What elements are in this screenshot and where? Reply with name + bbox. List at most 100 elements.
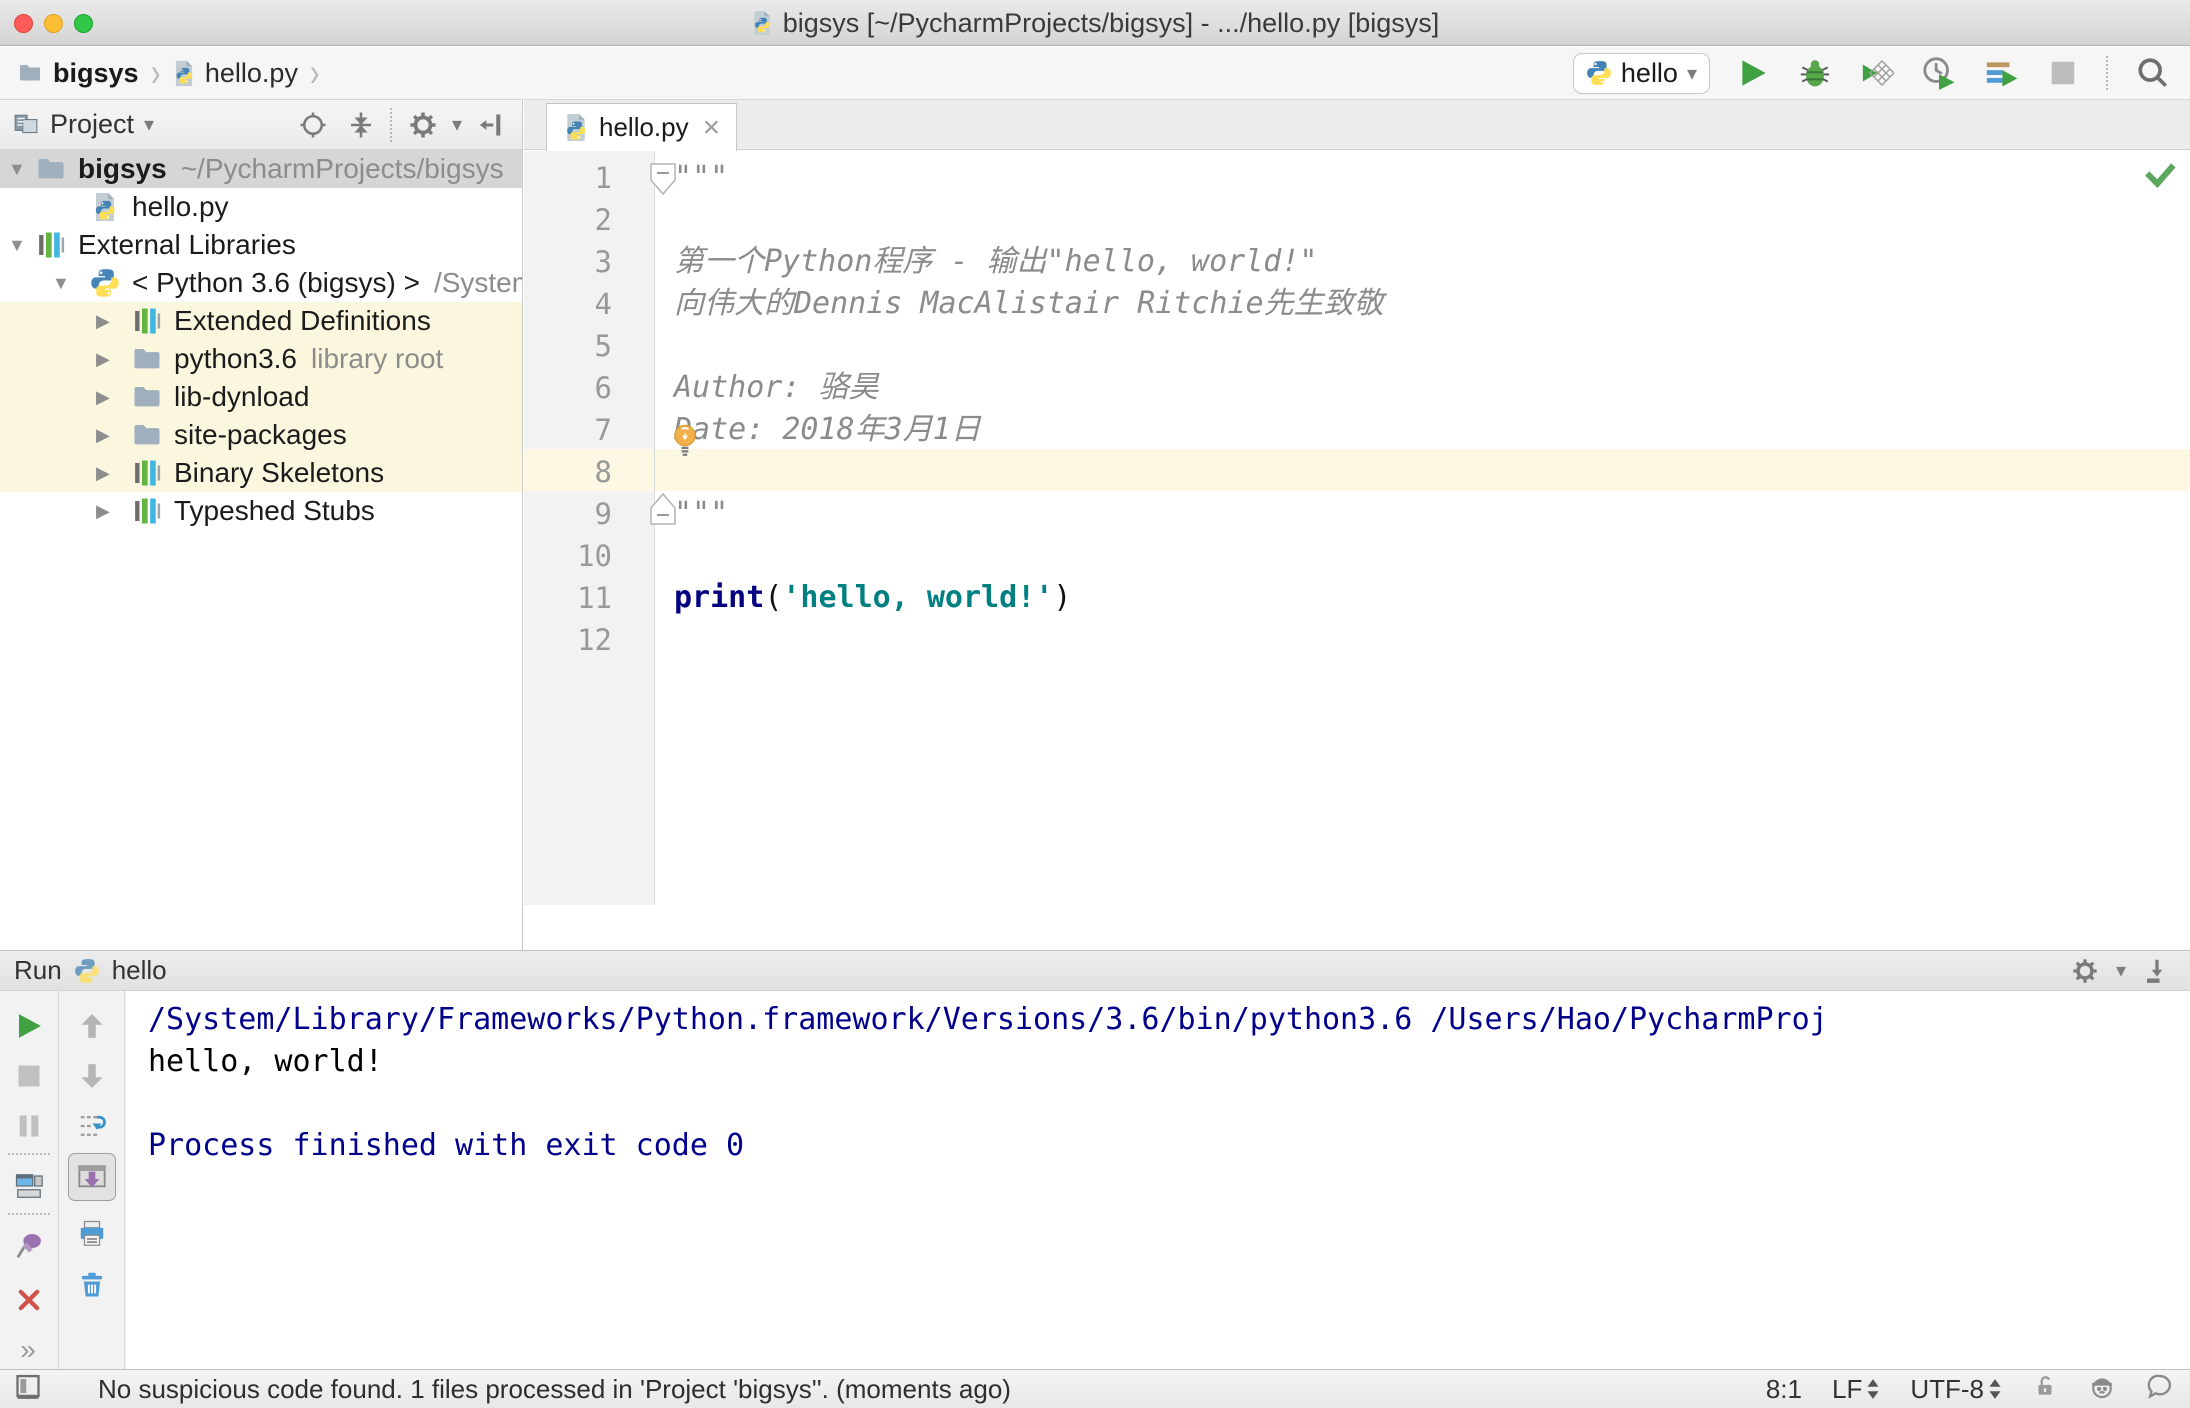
- code-line[interactable]: 第一个Python程序 - 输出"hello, world!": [674, 241, 2190, 283]
- run-with-coverage-button[interactable]: [1858, 54, 1896, 92]
- debug-button[interactable]: [1796, 54, 1834, 92]
- expand-collapse-icon[interactable]: ▶: [96, 425, 110, 446]
- tab-hello-py[interactable]: hello.py ×: [546, 103, 738, 151]
- line-separator-label: LF: [1831, 1373, 1863, 1404]
- run-panel-settings-gear-button[interactable]: [2066, 952, 2104, 990]
- unlock-icon[interactable]: [2032, 1373, 2058, 1406]
- project-panel-title[interactable]: Project: [50, 109, 134, 140]
- library-icon: [135, 308, 161, 334]
- code-line[interactable]: Date: 2018年3月1日: [674, 409, 2190, 451]
- run-configuration-selector[interactable]: hello ▾: [1572, 52, 1710, 94]
- tree-row-extended-definitions[interactable]: ▶ Extended Definitions: [0, 302, 522, 340]
- project-settings-gear-button[interactable]: [404, 106, 442, 144]
- soft-wrap-button[interactable]: [75, 1109, 109, 1143]
- inspections-ok-icon[interactable]: [2144, 159, 2176, 196]
- run-button[interactable]: [1734, 54, 1772, 92]
- run-panel-title[interactable]: Run: [14, 955, 62, 986]
- python-file-icon: [95, 193, 115, 221]
- tree-row-python36[interactable]: ▶ python3.6 library root: [0, 340, 522, 378]
- project-tree: ▼ bigsys ~/PycharmProjects/bigsys hello.…: [0, 150, 522, 950]
- line-number: 1: [594, 161, 612, 195]
- locate-file-button[interactable]: [294, 106, 332, 144]
- search-everywhere-button[interactable]: [2134, 54, 2172, 92]
- tree-row-python-sdk[interactable]: ▼ < Python 3.6 (bigsys) > /System: [0, 264, 522, 302]
- toolbar-separator: [389, 107, 394, 142]
- line-separator-widget[interactable]: LF: [1832, 1374, 1880, 1405]
- code-line[interactable]: [674, 451, 2190, 493]
- expand-collapse-icon[interactable]: ▼: [8, 159, 26, 180]
- caret-position-widget[interactable]: 8:1: [1766, 1374, 1802, 1405]
- code-editor[interactable]: 1 2 3 4 5 6 7 8 9 10 11 12 """ 第一个Python…: [524, 151, 2190, 905]
- stop-process-button: [12, 1059, 46, 1093]
- event-log-bubble-icon[interactable]: [2146, 1372, 2174, 1407]
- profiler-button[interactable]: [1920, 54, 1958, 92]
- expand-collapse-icon[interactable]: ▼: [8, 235, 26, 256]
- expand-collapse-icon[interactable]: ▶: [96, 501, 110, 522]
- run-tab-label[interactable]: hello: [112, 955, 167, 986]
- expand-collapse-icon[interactable]: ▶: [96, 311, 110, 332]
- python-icon: [91, 269, 119, 297]
- paren-token: (: [764, 580, 783, 615]
- tree-row-site-packages[interactable]: ▶ site-packages: [0, 416, 522, 454]
- more-actions-button[interactable]: »: [12, 1333, 46, 1367]
- hide-panel-button[interactable]: [472, 106, 510, 144]
- intention-bulb-icon[interactable]: [671, 423, 699, 462]
- fold-region-end-icon[interactable]: [650, 492, 676, 530]
- code-line[interactable]: Author: 骆昊: [674, 367, 2190, 409]
- hide-run-panel-button[interactable]: [2138, 952, 2176, 990]
- expand-collapse-icon[interactable]: ▶: [96, 349, 110, 370]
- collapse-all-button[interactable]: [342, 106, 380, 144]
- code-line[interactable]: """: [674, 493, 2190, 535]
- line-number: 3: [594, 245, 612, 279]
- code-line[interactable]: 向伟大的Dennis MacAlistair Ritchie先生致敬: [674, 283, 2190, 325]
- scroll-to-end-button[interactable]: [68, 1153, 116, 1201]
- close-tab-icon[interactable]: ×: [703, 112, 721, 142]
- expand-collapse-icon[interactable]: ▶: [96, 387, 110, 408]
- chevron-down-icon[interactable]: ▾: [144, 112, 154, 137]
- code-line[interactable]: print('hello, world!'): [674, 577, 2190, 619]
- tree-row-binary-skeletons[interactable]: ▶ Binary Skeletons: [0, 454, 522, 492]
- window-title-area: bigsys [~/PycharmProjects/bigsys] - .../…: [0, 0, 2190, 46]
- hector-inspector-icon[interactable]: [2088, 1372, 2116, 1407]
- line-numbers: 1 2 3 4 5 6 7 8 9 10 11 12: [524, 157, 654, 661]
- toolbar-separator: [8, 1213, 50, 1215]
- title-bar: bigsys [~/PycharmProjects/bigsys] - .../…: [0, 0, 2190, 46]
- code-line[interactable]: [674, 535, 2190, 577]
- pin-tab-button[interactable]: [12, 1229, 46, 1263]
- rerun-button[interactable]: [12, 1009, 46, 1043]
- expand-collapse-icon[interactable]: ▼: [52, 273, 70, 294]
- toolbar-separator: [2106, 56, 2110, 90]
- clear-console-button[interactable]: [75, 1267, 109, 1301]
- tree-row-hello-py[interactable]: hello.py: [0, 188, 522, 226]
- print-console-button[interactable]: [75, 1217, 109, 1251]
- run-toolbar: hello ▾: [1572, 52, 2190, 94]
- expand-collapse-icon[interactable]: ▶: [96, 463, 110, 484]
- toggle-toolwindows-icon[interactable]: [14, 1372, 42, 1407]
- tree-row-typeshed-stubs[interactable]: ▶ Typeshed Stubs: [0, 492, 522, 530]
- tree-row-external-libraries[interactable]: ▼ External Libraries: [0, 226, 522, 264]
- console-toolbar: [60, 991, 125, 1369]
- line-number: 7: [594, 413, 612, 447]
- code-lines[interactable]: """ 第一个Python程序 - 输出"hello, world!" 向伟大的…: [674, 157, 2190, 661]
- editor-tab-bar: hello.py ×: [524, 100, 2190, 151]
- code-line[interactable]: [674, 325, 2190, 367]
- pause-output-button: [12, 1109, 46, 1143]
- code-line[interactable]: [674, 619, 2190, 661]
- breadcrumb-file[interactable]: hello.py: [172, 58, 298, 89]
- breadcrumb: bigsys › hello.py ›: [0, 53, 321, 93]
- run-configuration-label: hello: [1620, 57, 1678, 88]
- restore-layout-button[interactable]: [12, 1169, 46, 1203]
- code-line[interactable]: """: [674, 157, 2190, 199]
- close-run-panel-button[interactable]: [12, 1283, 46, 1317]
- concurrency-diagram-button[interactable]: [1982, 54, 2020, 92]
- line-number: 4: [594, 287, 612, 321]
- tree-row-project-root[interactable]: ▼ bigsys ~/PycharmProjects/bigsys: [0, 150, 522, 188]
- tree-label: hello.py: [132, 191, 229, 222]
- tree-row-lib-dynload[interactable]: ▶ lib-dynload: [0, 378, 522, 416]
- console-output[interactable]: /System/Library/Frameworks/Python.framew…: [126, 991, 2190, 1369]
- breadcrumb-project[interactable]: bigsys: [16, 58, 139, 89]
- encoding-widget[interactable]: UTF-8: [1910, 1374, 2002, 1405]
- fold-region-start-icon[interactable]: [650, 163, 676, 200]
- code-line[interactable]: [674, 199, 2190, 241]
- tree-label: bigsys: [78, 153, 167, 184]
